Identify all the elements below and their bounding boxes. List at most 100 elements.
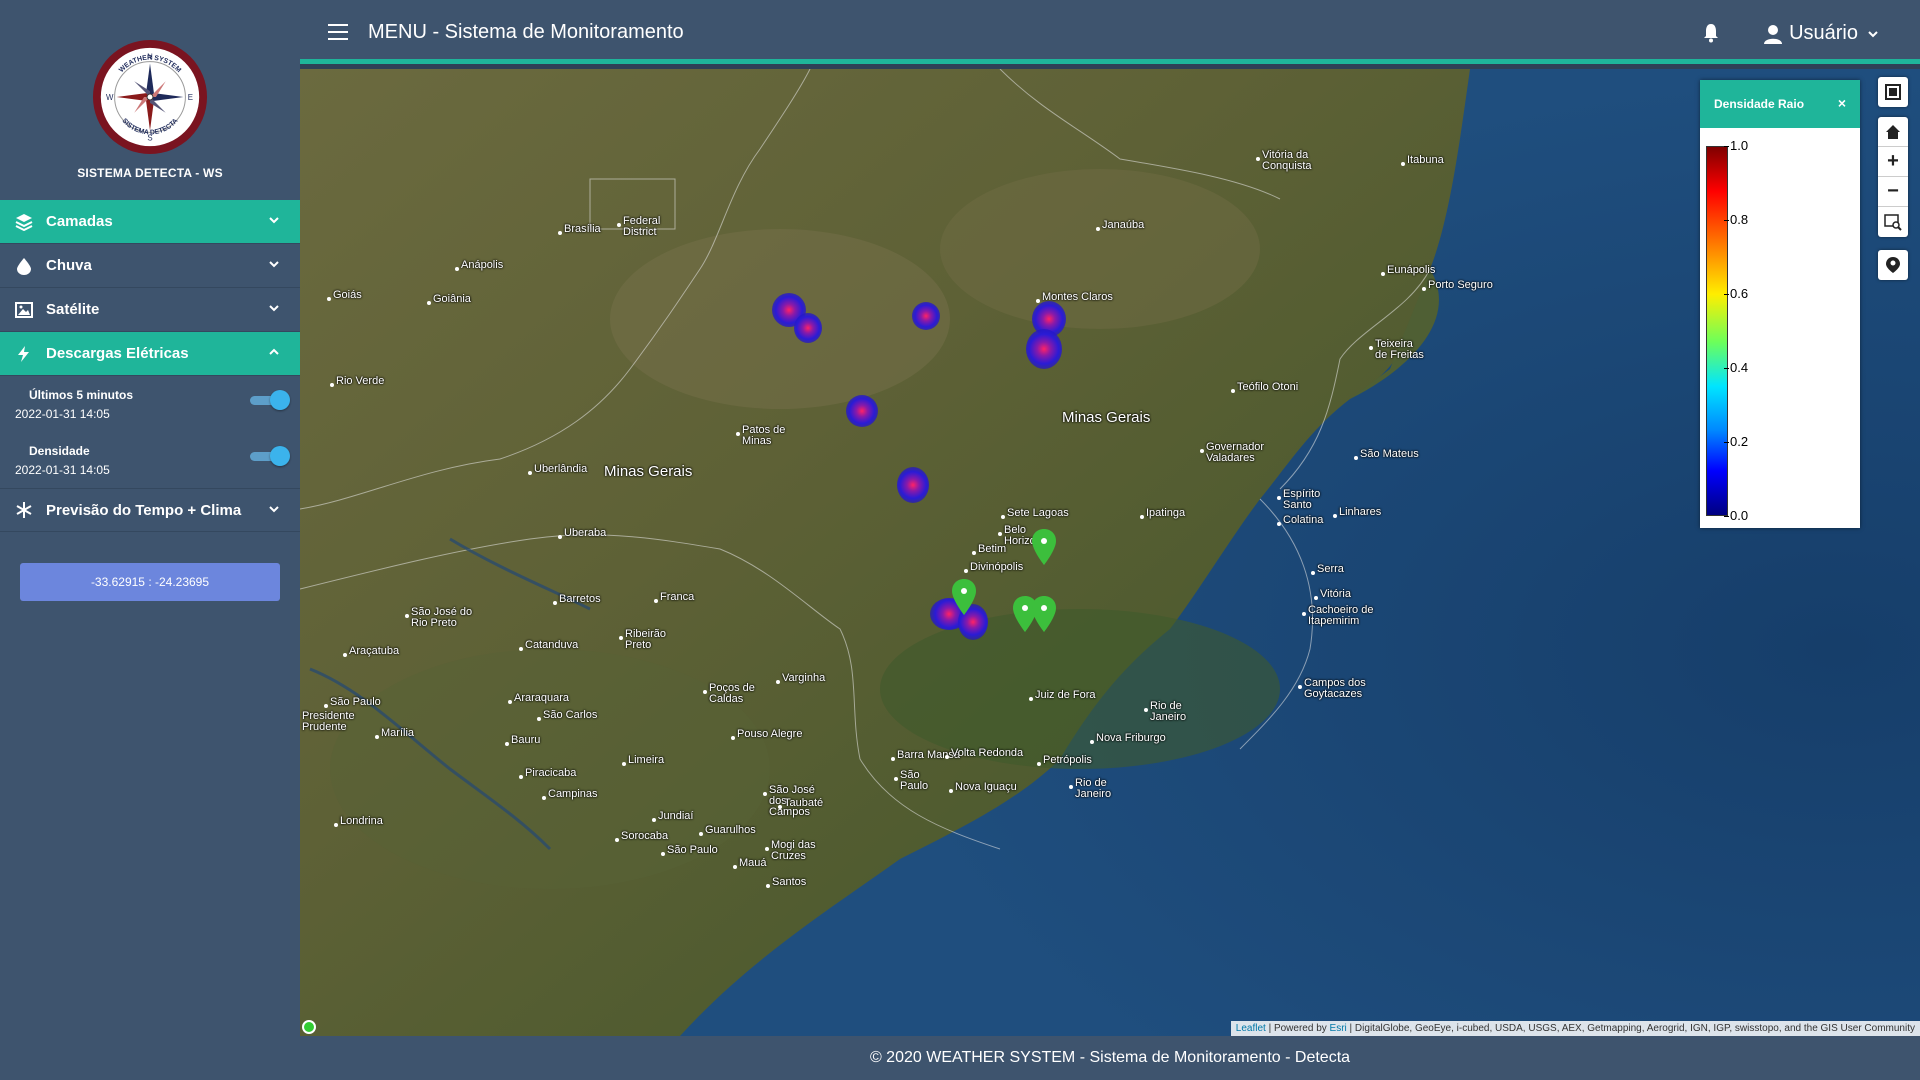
place-label: Anápolis [454,259,504,271]
sidebar-item-satelite[interactable]: Satélite [0,288,300,332]
legend-header: Densidade Raio × [1700,80,1860,128]
chevron-down-icon [269,261,279,268]
location-pin-icon [1886,257,1900,273]
lightning-density-cluster [1026,329,1062,369]
place-label: Betim [971,543,1007,555]
satellite-basemap[interactable] [300,69,1920,1036]
zoom-in-button[interactable]: + [1878,147,1908,177]
place-label: Teófilo Otoni [1230,381,1299,393]
sidebar-item-label: Descargas Elétricas [46,345,189,362]
place-label: Guarulhos [699,824,756,836]
map-view[interactable]: Vitória da Conquista Itabuna Brasília Feder… [300,69,1920,1036]
place-label: Ipatinga [1139,507,1186,519]
zoom-control-group: + − [1878,117,1908,237]
attribution-text: | Powered by [1265,1023,1330,1034]
location-dot [302,1020,316,1034]
ultimos-toggle[interactable] [250,390,290,410]
chevron-down-icon [269,217,279,224]
map-marker[interactable] [1031,528,1057,566]
densidade-toggle[interactable] [250,446,290,466]
image-icon [14,300,34,320]
place-label: Londrina [334,815,383,827]
logo-text: SISTEMA DETECTA - WS [77,166,223,180]
logo-area: WEATHER SYSTEM SISTEMA DETECTA N E S W S… [0,0,300,190]
place-label: Teixeira de Freitas [1369,338,1424,361]
bell-icon[interactable] [1702,23,1720,43]
lightning-density-cluster [897,467,929,503]
legend-tick: 0.4 [1723,360,1749,375]
place-label: Piracicaba [518,767,577,779]
place-label: Nova Iguaçu [949,781,1017,793]
footer-text: © 2020 WEATHER SYSTEM - Sistema de Monit… [869,1049,1351,1066]
place-label: Vitória da Conquista [1256,149,1312,172]
sidebar-item-previsao[interactable]: Previsão do Tempo + Clima [0,488,300,532]
place-label: Catanduva [518,639,579,651]
place-label: Minas Gerais [604,463,693,480]
home-button[interactable] [1878,117,1908,147]
user-menu[interactable]: Usuário [1763,22,1880,45]
map-attribution: Leaflet | Powered by Esri | DigitalGlobe… [1230,1021,1920,1036]
place-label: São Paulo [324,696,381,708]
sidebar-item-chuva[interactable]: Chuva [0,244,300,288]
fullscreen-button[interactable] [1878,77,1908,107]
sidebar-item-camadas[interactable]: Camadas [0,200,300,244]
place-label: Rio de Janeiro [1143,700,1187,723]
droplet-icon [14,256,34,276]
place-label: Poços de Caldas [703,682,755,705]
place-label: Santos [765,876,807,888]
snowflake-icon [14,500,34,520]
legend-title: Densidade Raio [1714,97,1805,111]
leaflet-link[interactable]: Leaflet [1236,1023,1266,1034]
locate-button[interactable] [1878,250,1908,280]
place-label: Governador Valadares [1199,441,1265,464]
place-label: Rio de Janeiro [1068,777,1112,800]
svg-text:E: E [188,93,193,102]
legend-tick: 0.8 [1723,212,1749,227]
place-label: Juiz de Fora [1029,689,1096,701]
place-label: Espírito Santo [1276,488,1321,511]
density-legend: Densidade Raio × 1.0 0.8 0.6 0.4 0.2 0.0 [1700,80,1860,528]
place-label: Eunápolis [1380,264,1436,276]
place-label: Barretos [553,593,601,605]
top-header: MENU - Sistema de Monitoramento Usuário [300,0,1920,64]
place-label: Campos dos Goytacazes [1298,677,1366,700]
place-label: Mauá [733,857,767,869]
place-label: Franca [653,591,695,603]
fullscreen-icon [1885,84,1901,100]
zoom-out-button[interactable]: − [1878,177,1908,207]
place-label: Linhares [1332,506,1382,518]
sidebar-item-descargas[interactable]: Descargas Elétricas [0,332,300,376]
layers-icon [14,212,34,232]
place-label: Volta Redonda [944,747,1024,759]
map-marker[interactable] [951,578,977,616]
legend-close-button[interactable]: × [1838,95,1846,111]
place-label: Patos de Minas [735,424,786,447]
hamburger-icon[interactable] [328,24,348,40]
lightning-density-cluster [912,302,940,330]
esri-link[interactable]: Esri [1330,1023,1347,1034]
box-zoom-button[interactable] [1878,207,1908,237]
place-label: Rio Verde [329,375,385,387]
sidebar-item-label: Camadas [46,213,113,230]
place-label: Varginha [775,672,826,684]
chevron-down-icon [269,305,279,312]
place-label: Itabuna [1401,154,1444,166]
legend-tick: 1.0 [1723,138,1749,153]
place-label: Araraquara [507,692,570,704]
compass-logo: WEATHER SYSTEM SISTEMA DETECTA N E S W [92,39,208,155]
place-label: Marília [374,727,415,739]
place-label: Porto Seguro [1422,279,1493,291]
place-label: Sete Lagoas [1001,507,1069,519]
sub-item-densidade: Densidade 2022-01-31 14:05 [0,432,300,488]
place-label: Nova Friburgo [1090,732,1166,744]
sidebar-item-label: Previsão do Tempo + Clima [46,501,242,519]
svg-text:N: N [147,53,153,62]
place-label: São José do Rio Preto [404,606,473,629]
user-label: Usuário [1789,22,1858,44]
map-marker[interactable] [1031,595,1057,633]
place-label: Goiânia [427,293,471,305]
place-label: Ribeirão Preto [619,628,666,651]
coordinates-button[interactable]: -33.62915 : -24.23695 [20,563,280,601]
svg-text:S: S [147,133,152,142]
legend-tick: 0.0 [1723,508,1749,523]
